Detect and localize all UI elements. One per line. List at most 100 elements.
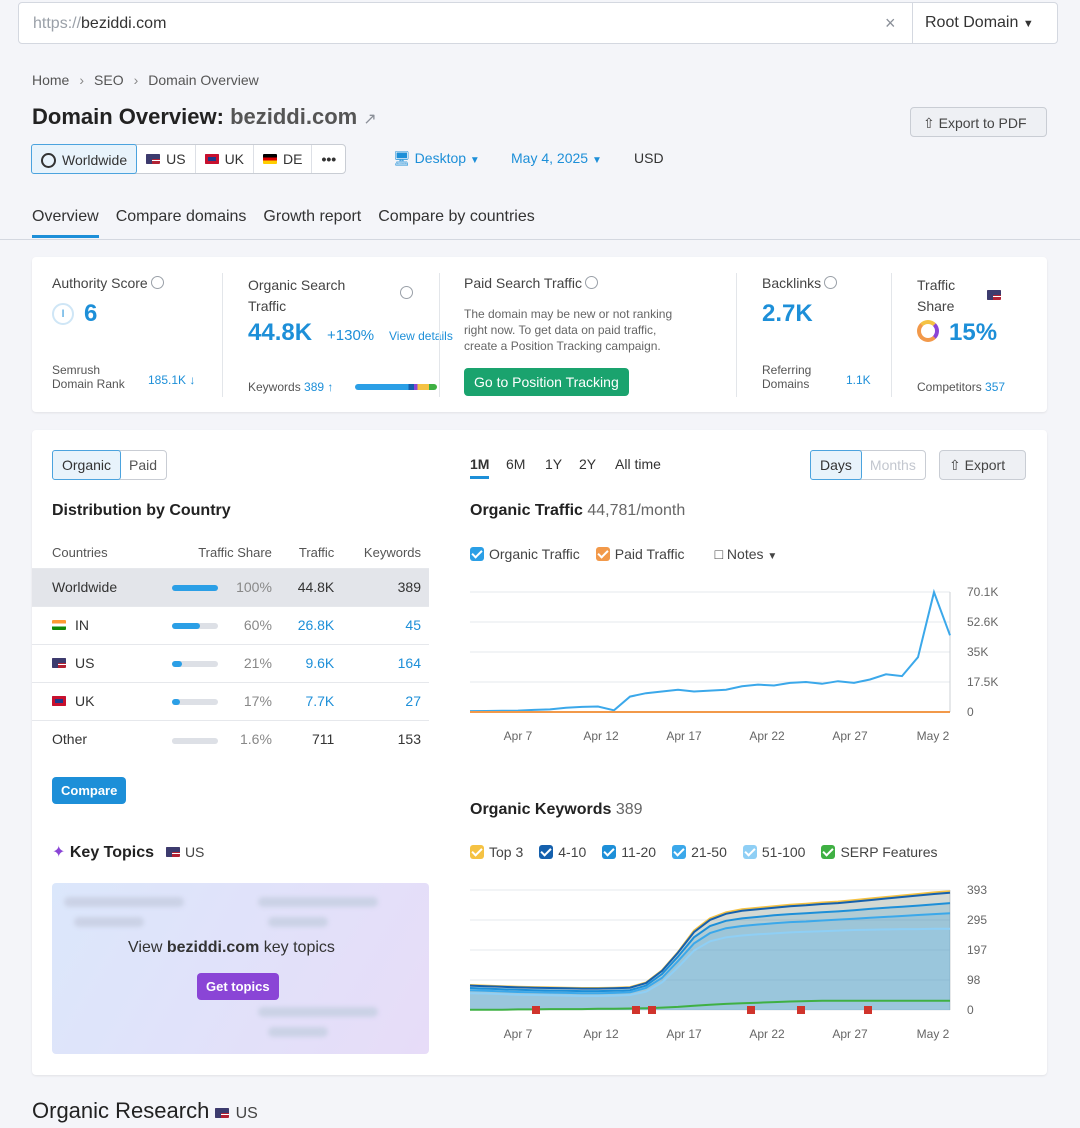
legend-21-50[interactable]: 21-50	[672, 844, 727, 860]
y-tick-label: 295	[967, 913, 987, 927]
keywords-cell[interactable]: 27	[342, 681, 429, 720]
db-uk[interactable]: UK	[196, 145, 255, 173]
traffic-cell[interactable]: 26.8K	[279, 605, 343, 644]
legend-51-100[interactable]: 51-100	[742, 844, 805, 860]
date-dropdown[interactable]: May 4, 2025 ▼	[511, 150, 602, 166]
y-tick-label: 52.6K	[967, 615, 998, 629]
share-bar	[172, 585, 219, 592]
legend-top3[interactable]: Top 3	[470, 844, 523, 860]
info-icon[interactable]	[824, 276, 838, 289]
blurred-text	[64, 897, 184, 907]
flag-uk-icon	[204, 154, 219, 164]
tab-compare-domains[interactable]: Compare domains	[116, 208, 247, 238]
scope-dropdown[interactable]: Root Domain ▼	[925, 14, 1034, 32]
keywords-cell[interactable]: 164	[342, 643, 429, 682]
position-tracking-button[interactable]: Go to Position Tracking	[464, 368, 629, 396]
get-topics-button[interactable]: Get topics	[197, 973, 279, 1000]
external-link-icon[interactable]: ↗	[363, 111, 376, 128]
more-databases-button[interactable]: •••	[312, 145, 345, 173]
tab-compare-by-countries[interactable]: Compare by countries	[378, 208, 535, 238]
legend-11-20[interactable]: 11-20	[602, 844, 656, 860]
share-bar	[172, 661, 219, 668]
database-selector: Worldwide US UK DE •••	[31, 144, 347, 174]
legend-organic-traffic[interactable]: Organic Traffic	[470, 546, 580, 562]
db-de[interactable]: DE	[254, 145, 313, 173]
legend-paid-traffic[interactable]: Paid Traffic	[595, 546, 685, 562]
y-tick-label: 393	[967, 883, 987, 897]
organic-research-title: Organic Research US	[32, 1098, 258, 1123]
url-bar[interactable]: https://beziddi.com × Root Domain ▼	[18, 2, 1058, 44]
table-header: Countries Traffic Share Traffic Keywords	[32, 538, 429, 568]
info-icon[interactable]	[585, 276, 599, 289]
export-pdf-button[interactable]: ⇧ Export to PDF	[910, 107, 1047, 137]
device-dropdown[interactable]: 🖥 Desktop ▼	[393, 150, 480, 167]
legend-serp-features[interactable]: SERP Features	[821, 844, 937, 860]
table-row[interactable]: Other 1.6% 711 153	[32, 719, 429, 758]
upload-icon: ⇧	[949, 457, 961, 473]
period-1y[interactable]: 1Y	[545, 456, 562, 472]
referring-domains-value[interactable]: 1.1K	[846, 373, 871, 387]
days-toggle[interactable]: Days	[810, 450, 862, 480]
db-us[interactable]: US	[137, 145, 196, 173]
y-tick-label: 35K	[967, 645, 988, 659]
x-tick-label: Apr 17	[666, 729, 702, 743]
country-cell: Other	[32, 719, 143, 758]
url-input[interactable]: https://beziddi.com	[33, 15, 166, 33]
info-icon[interactable]	[150, 276, 164, 289]
table-row[interactable]: Worldwide 100% 44.8K 389	[32, 567, 429, 606]
x-tick-label: Apr 7	[504, 729, 533, 743]
y-tick-label: 197	[967, 943, 987, 957]
chevron-down-icon: ▼	[469, 155, 480, 166]
legend-4-10[interactable]: 4-10	[539, 844, 586, 860]
info-icon[interactable]	[400, 286, 413, 299]
checkbox-icon	[821, 845, 836, 859]
distribution-title: Distribution by Country	[52, 502, 231, 519]
traffic-cell[interactable]: 7.7K	[279, 681, 343, 720]
checkbox-icon	[672, 845, 687, 859]
tab-growth-report[interactable]: Growth report	[263, 208, 361, 238]
paid-toggle[interactable]: Paid	[120, 451, 166, 479]
keywords-label: Keywords 389 ↑	[248, 380, 334, 394]
backlinks-value[interactable]: 2.7K	[762, 300, 813, 328]
period-1m[interactable]: 1M	[470, 456, 490, 479]
flag-de-icon	[263, 154, 278, 164]
column-header: Traffic	[298, 545, 335, 561]
breadcrumb-home[interactable]: Home	[32, 72, 69, 88]
desktop-icon: 🖥	[393, 150, 411, 166]
flag-us-icon	[146, 154, 161, 164]
period-all-time[interactable]: All time	[615, 456, 661, 472]
flag-us-icon	[52, 658, 66, 668]
backlinks-label: Backlinks	[762, 275, 838, 291]
authority-score-value: 6	[84, 300, 98, 327]
organic-traffic-value[interactable]: 44.8K	[248, 319, 312, 347]
checkbox-icon	[595, 547, 610, 561]
keywords-value[interactable]: 389 ↑	[304, 380, 333, 394]
compare-button[interactable]: Compare	[52, 777, 127, 804]
view-topics-text: View beziddi.com key topics	[128, 939, 335, 956]
tab-overview[interactable]: Overview	[32, 208, 99, 238]
view-details-link[interactable]: View details	[389, 329, 453, 343]
y-tick-label: 0	[967, 705, 974, 719]
organic-keywords-chart-title: Organic Keywords 389	[470, 801, 643, 818]
organic-keywords-chart: 393 295 197 98 0 Apr 7 Apr 12 Apr 17 Apr 22 Apr 2…	[469, 883, 987, 1041]
table-row[interactable]: UK 17% 7.7K 27	[32, 681, 429, 720]
traffic-cell[interactable]: 9.6K	[279, 643, 343, 682]
notes-dropdown[interactable]: □ Notes ▼	[715, 546, 778, 562]
competitors-value[interactable]: 357	[985, 380, 1005, 394]
period-6m[interactable]: 6M	[506, 456, 525, 472]
keywords-cell[interactable]: 45	[342, 605, 429, 644]
donut-icon	[917, 320, 939, 342]
db-worldwide[interactable]: Worldwide	[31, 144, 138, 174]
export-button[interactable]: ⇧ Export	[939, 450, 1026, 480]
breadcrumb-seo[interactable]: SEO	[94, 72, 124, 88]
months-toggle[interactable]: Months	[861, 451, 925, 479]
share-cell: 1.6%	[142, 719, 280, 758]
organic-toggle[interactable]: Organic	[52, 450, 122, 480]
period-2y[interactable]: 2Y	[579, 456, 596, 472]
table-row[interactable]: US 21% 9.6K 164	[32, 643, 429, 682]
table-row[interactable]: IN 60% 26.8K 45	[32, 605, 429, 644]
traffic-cell: 44.8K	[279, 567, 343, 606]
domain-rank-value[interactable]: 185.1K ↓	[148, 373, 195, 387]
clear-icon[interactable]: ×	[885, 13, 896, 34]
y-tick-label: 70.1K	[967, 585, 998, 599]
